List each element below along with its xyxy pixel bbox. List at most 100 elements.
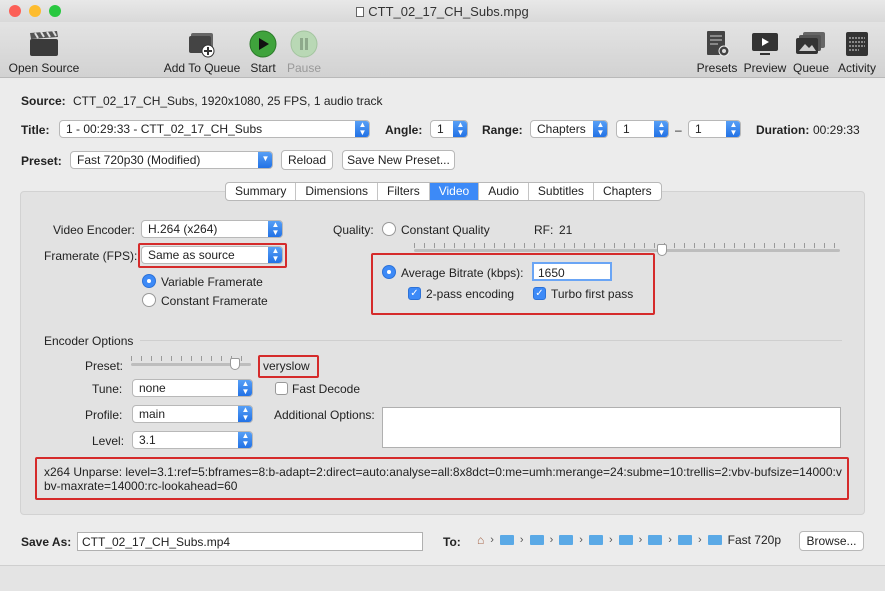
encoder-preset-label: Preset:: [85, 359, 124, 373]
document-icon: [356, 7, 365, 17]
stepper-arrows-icon: ▲ ▼: [238, 432, 252, 448]
save-as-label: Save As:: [21, 535, 72, 549]
video-encoder-label: Video Encoder:: [53, 223, 135, 237]
add-to-queue-button[interactable]: Add To Queue: [163, 22, 241, 75]
average-bitrate-label: Average Bitrate (kbps):: [401, 266, 524, 280]
monitor-play-icon: [752, 33, 778, 55]
rf-label: RF:: [534, 223, 554, 237]
framerate-label: Framerate (FPS):: [44, 249, 138, 263]
pause-button[interactable]: Pause: [284, 22, 324, 75]
tab-subtitles[interactable]: Subtitles: [529, 183, 594, 200]
chevron-right-icon: ›: [668, 534, 672, 546]
chevron-right-icon: ›: [490, 534, 494, 546]
profile-select[interactable]: main ▲ ▼: [132, 405, 253, 423]
source-label: Source:: [21, 94, 66, 108]
tab-summary[interactable]: Summary: [226, 183, 297, 200]
rf-slider[interactable]: [414, 249, 840, 252]
range-from-select[interactable]: 1 ▲ ▼: [616, 120, 669, 138]
encoder-options-heading: Encoder Options: [44, 334, 134, 348]
turbo-first-pass-label: Turbo first pass: [551, 287, 634, 301]
activity-button[interactable]: Activity: [834, 22, 880, 75]
tune-label: Tune:: [92, 382, 123, 396]
chevron-right-icon: ›: [579, 534, 583, 546]
bitrate-input[interactable]: 1650: [532, 262, 612, 281]
tab-video[interactable]: Video: [429, 183, 480, 200]
video-encoder-select[interactable]: H.264 (x264) ▲ ▼: [141, 220, 283, 238]
stepper-arrows-icon: ▲ ▼: [238, 380, 252, 396]
stepper-arrows-icon: ▲ ▼: [654, 121, 668, 137]
play-icon: [249, 30, 277, 58]
start-button[interactable]: Start: [245, 22, 281, 75]
preset-select[interactable]: Fast 720p30 (Modified) ▼: [70, 151, 273, 169]
stepper-arrows-icon: ▲ ▼: [453, 121, 467, 137]
constant-quality-radio[interactable]: [382, 222, 396, 236]
quality-label: Quality:: [333, 223, 374, 237]
folder-icon: [559, 535, 574, 545]
pause-icon: [290, 30, 318, 58]
fast-decode-checkbox[interactable]: [275, 382, 288, 395]
range-type-select[interactable]: Chapters ▲ ▼: [530, 120, 608, 138]
tab-bar: Summary Dimensions Filters Video Audio S…: [225, 182, 662, 201]
save-new-preset-button[interactable]: Save New Preset...: [342, 150, 455, 170]
turbo-first-pass-checkbox[interactable]: ✓: [533, 287, 546, 300]
destination-folder-name: Fast 720p: [727, 533, 781, 547]
activity-log-icon: [846, 32, 868, 56]
chevron-right-icon: ›: [519, 534, 524, 546]
preset-label: Preset:: [21, 154, 62, 168]
bitrate-highlight: [371, 253, 655, 315]
folder-icon: [648, 535, 663, 545]
stepper-arrows-icon: ▲ ▼: [268, 221, 282, 237]
constant-quality-label: Constant Quality: [401, 223, 490, 237]
level-label: Level:: [92, 434, 125, 448]
presets-gear-icon: [707, 31, 730, 57]
status-bar: [0, 565, 885, 591]
title-label: Title:: [21, 123, 50, 137]
range-label: Range:: [482, 123, 523, 137]
queue-stack-icon: [796, 32, 825, 54]
angle-select[interactable]: 1 ▲ ▼: [430, 120, 468, 138]
rf-slider-knob[interactable]: [657, 244, 667, 256]
toolbar: Open Source Add To Queue Start Pause Pre…: [0, 22, 885, 78]
tab-audio[interactable]: Audio: [479, 183, 529, 200]
add-photos-icon: [189, 33, 215, 58]
source-info: CTT_02_17_CH_Subs, 1920x1080, 25 FPS, 1 …: [73, 94, 383, 108]
open-source-button[interactable]: Open Source: [6, 22, 82, 75]
folder-icon: [707, 535, 722, 545]
folder-icon: [618, 535, 633, 545]
browse-button[interactable]: Browse...: [799, 531, 864, 551]
home-icon: ⌂: [477, 533, 485, 547]
framerate-highlight: [138, 243, 287, 268]
level-select[interactable]: 3.1 ▲ ▼: [132, 431, 253, 449]
rf-slider-ticks: [414, 243, 840, 248]
tab-chapters[interactable]: Chapters: [594, 183, 661, 200]
average-bitrate-radio[interactable]: [382, 265, 396, 279]
clapperboard-icon: [30, 30, 58, 56]
tab-filters[interactable]: Filters: [378, 183, 430, 200]
title-select[interactable]: 1 - 00:29:33 - CTT_02_17_CH_Subs ▲ ▼: [59, 120, 370, 138]
tune-select[interactable]: none ▲ ▼: [132, 379, 253, 397]
destination-path[interactable]: ⌂ › › › › › › › › Fast 720p: [477, 533, 792, 547]
preview-button[interactable]: Preview: [742, 22, 788, 75]
presets-button[interactable]: Presets: [694, 22, 740, 75]
queue-button[interactable]: Queue: [790, 22, 832, 75]
chevron-down-icon: ▼: [258, 152, 272, 168]
duration-value: 00:29:33: [813, 123, 860, 137]
encoder-options-separator: [140, 340, 842, 341]
range-to-select[interactable]: 1 ▲ ▼: [688, 120, 741, 138]
variable-framerate-label: Variable Framerate: [161, 275, 263, 289]
stepper-arrows-icon: ▲ ▼: [593, 121, 607, 137]
duration-label: Duration:: [756, 123, 810, 137]
two-pass-checkbox[interactable]: ✓: [408, 287, 421, 300]
variable-framerate-radio[interactable]: [142, 274, 156, 288]
chevron-right-icon: ›: [608, 534, 613, 546]
constant-framerate-radio[interactable]: [142, 293, 156, 307]
reload-button[interactable]: Reload: [281, 150, 333, 170]
window-title: CTT_02_17_CH_Subs.mpg: [0, 4, 885, 19]
constant-framerate-label: Constant Framerate: [161, 294, 268, 308]
rf-value: 21: [559, 223, 573, 237]
x264-unparse-text: x264 Unparse: level=3.1:ref=5:bframes=8:…: [44, 465, 842, 493]
additional-options-field[interactable]: [382, 407, 841, 448]
encoder-preset-knob[interactable]: [230, 358, 240, 370]
save-as-field[interactable]: CTT_02_17_CH_Subs.mp4: [77, 532, 423, 551]
tab-dimensions[interactable]: Dimensions: [296, 183, 379, 200]
